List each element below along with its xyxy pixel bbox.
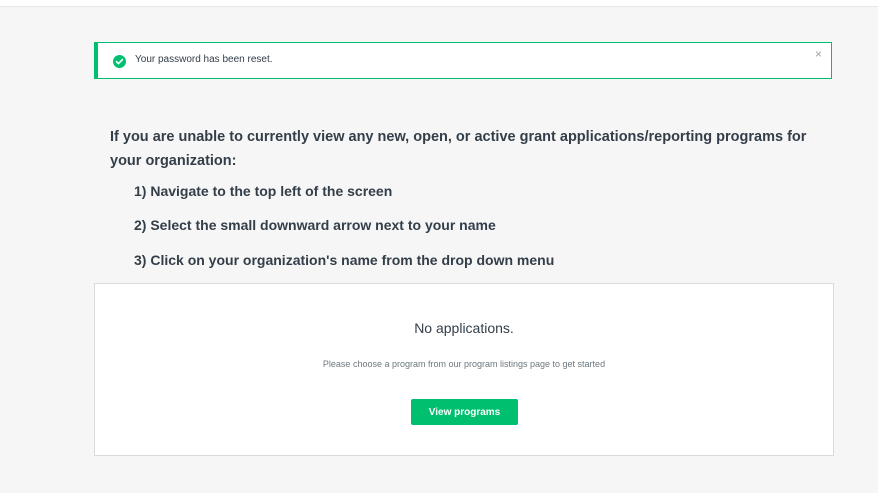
- instruction-step: 3) Click on your organization's name fro…: [134, 252, 555, 268]
- empty-state-title: No applications.: [414, 320, 514, 336]
- instruction-step: 1) Navigate to the top left of the scree…: [134, 183, 393, 199]
- alert-message: Your password has been reset.: [135, 54, 273, 65]
- empty-state-subtitle: Please choose a program from our program…: [322, 359, 606, 369]
- instructions-lead: If you are unable to currently view any …: [110, 129, 807, 169]
- check-circle-icon: [113, 55, 126, 68]
- close-icon[interactable]: ×: [815, 47, 822, 61]
- applications-empty-card: No applications. Please choose a program…: [94, 283, 834, 456]
- top-header-band: [0, 0, 878, 7]
- instructions-block: If you are unable to currently view any …: [110, 125, 840, 268]
- instruction-step: 2) Select the small downward arrow next …: [134, 217, 496, 233]
- view-programs-button[interactable]: View programs: [411, 399, 518, 425]
- success-alert: Your password has been reset. ×: [94, 42, 832, 79]
